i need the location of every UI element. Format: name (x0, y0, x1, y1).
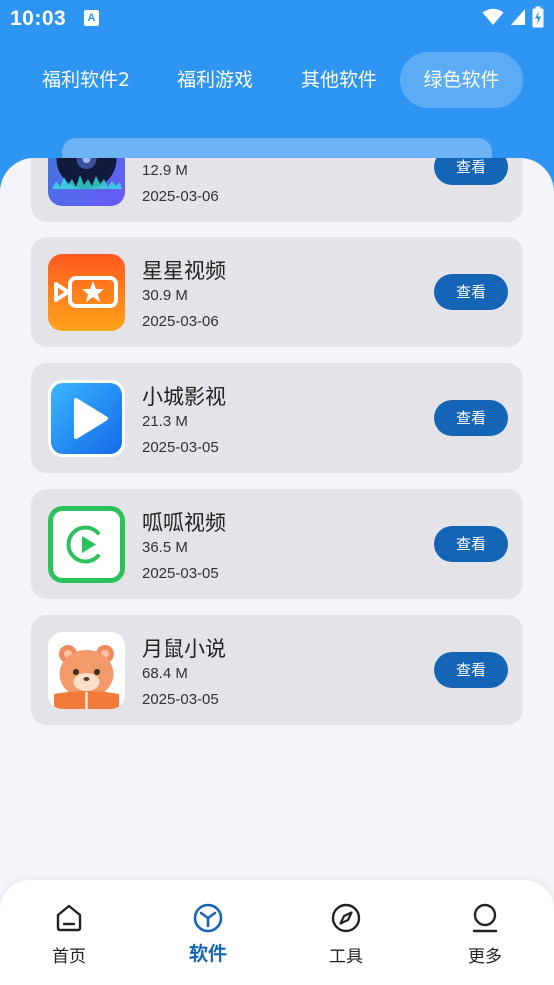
nav-label: 软件 (188, 943, 227, 965)
bottom-nav: 首页 软件 工具 更多 (0, 880, 554, 985)
status-time: 10:03 (10, 7, 67, 30)
hamster-book-app-icon (48, 632, 125, 709)
status-bar: 10:03 A (0, 0, 554, 38)
nav-label: 更多 (468, 947, 502, 967)
list-item[interactable]: 12.9 M 2025-03-06 查看 (31, 158, 523, 222)
wifi-icon (482, 8, 504, 30)
green-play-app-icon (48, 506, 125, 583)
list-item[interactable]: 小城影视 21.3 M 2025-03-05 查看 (31, 363, 523, 473)
app-list: 12.9 M 2025-03-06 查看 星星视频 30.9 M 2025-03… (0, 158, 554, 918)
list-item[interactable]: 呱呱视频 36.5 M 2025-03-05 查看 (31, 489, 523, 599)
status-icons (482, 6, 544, 32)
play-triangle-app-icon (48, 380, 125, 457)
view-button[interactable]: 查看 (434, 158, 508, 185)
tab-green-software[interactable]: 绿色软件 (400, 52, 523, 108)
category-tabs: 福利软件2 福利游戏 其他软件 绿色软件 (0, 52, 554, 108)
app-date: 2025-03-06 (142, 313, 219, 330)
nav-label: 首页 (52, 947, 86, 967)
view-button[interactable]: 查看 (434, 526, 508, 562)
tab-other-software[interactable]: 其他软件 (282, 52, 396, 108)
nav-software[interactable]: 软件 (168, 902, 248, 977)
user-icon (469, 902, 501, 934)
app-date: 2025-03-06 (142, 188, 219, 205)
compass-icon (330, 902, 362, 934)
music-disc-app-icon (48, 158, 125, 206)
app-name: 呱呱视频 (142, 511, 226, 535)
notification-icon: A (84, 10, 99, 26)
nav-more[interactable]: 更多 (445, 902, 525, 977)
list-item[interactable]: 月鼠小说 68.4 M 2025-03-05 查看 (31, 615, 523, 725)
app-size: 21.3 M (142, 413, 188, 430)
view-button[interactable]: 查看 (434, 652, 508, 688)
app-name: 月鼠小说 (142, 637, 226, 661)
app-size: 30.9 M (142, 287, 188, 304)
nav-label: 工具 (329, 947, 363, 967)
nav-tools[interactable]: 工具 (306, 902, 386, 977)
app-name: 星星视频 (142, 259, 226, 283)
star-video-app-icon (48, 254, 125, 331)
battery-charging-icon (532, 6, 544, 32)
nav-home[interactable]: 首页 (29, 902, 109, 977)
home-icon (53, 902, 85, 934)
app-date: 2025-03-05 (142, 439, 219, 456)
app-size: 36.5 M (142, 539, 188, 556)
tab-fuli-software-2[interactable]: 福利软件2 (22, 52, 150, 108)
signal-icon (510, 8, 526, 30)
app-size: 68.4 M (142, 665, 188, 682)
list-item[interactable]: 星星视频 30.9 M 2025-03-06 查看 (31, 237, 523, 347)
view-button[interactable]: 查看 (434, 274, 508, 310)
cube-icon (192, 902, 224, 934)
app-date: 2025-03-05 (142, 691, 219, 708)
view-button[interactable]: 查看 (434, 400, 508, 436)
app-size: 12.9 M (142, 162, 188, 179)
tab-fuli-games[interactable]: 福利游戏 (158, 52, 272, 108)
app-name: 小城影视 (142, 385, 226, 409)
app-date: 2025-03-05 (142, 565, 219, 582)
